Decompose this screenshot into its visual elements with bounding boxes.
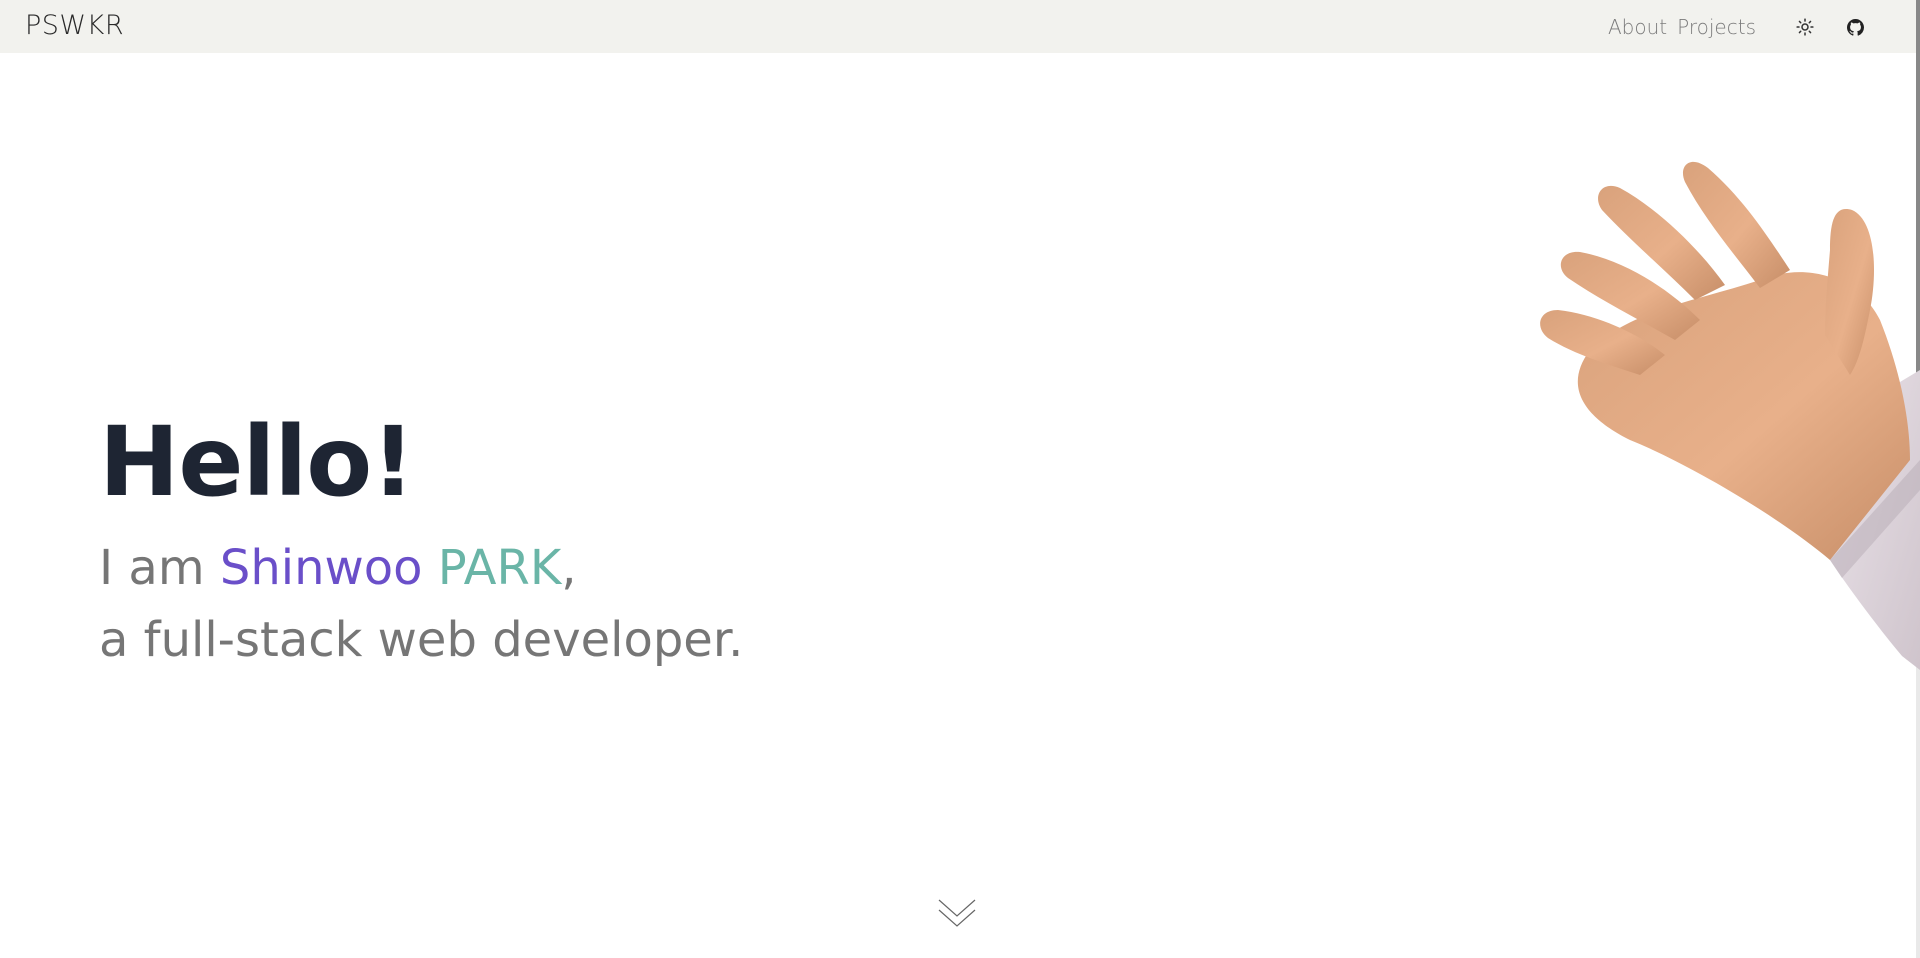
chevron-double-down-icon	[938, 899, 976, 927]
name-first: Shinwoo	[219, 540, 423, 596]
intro-prefix: I am	[99, 540, 220, 596]
hero-intro: I am Shinwoo PARK,	[99, 538, 577, 598]
name-last: PARK	[437, 540, 562, 596]
github-icon	[1846, 18, 1864, 36]
nav-link-about[interactable]: About	[1608, 15, 1667, 39]
top-navbar: PSWKR About Projects	[0, 0, 1916, 53]
page: PSWKR About Projects Hello! I am Shinwoo…	[0, 0, 1920, 958]
hero-tagline: a full-stack web developer.	[99, 612, 744, 668]
hero-title: Hello!	[99, 406, 415, 518]
nav-link-projects[interactable]: Projects	[1677, 15, 1756, 39]
main-nav: About Projects	[1608, 15, 1756, 39]
intro-suffix: ,	[561, 540, 577, 596]
waving-hand-image	[1540, 161, 1920, 670]
sun-icon	[1796, 18, 1814, 36]
name-space	[422, 540, 437, 596]
github-link[interactable]	[1844, 16, 1866, 38]
brand-logo-link[interactable]: PSWKR	[25, 10, 124, 41]
scroll-down-button[interactable]	[936, 896, 978, 932]
theme-toggle-button[interactable]	[1794, 16, 1816, 38]
